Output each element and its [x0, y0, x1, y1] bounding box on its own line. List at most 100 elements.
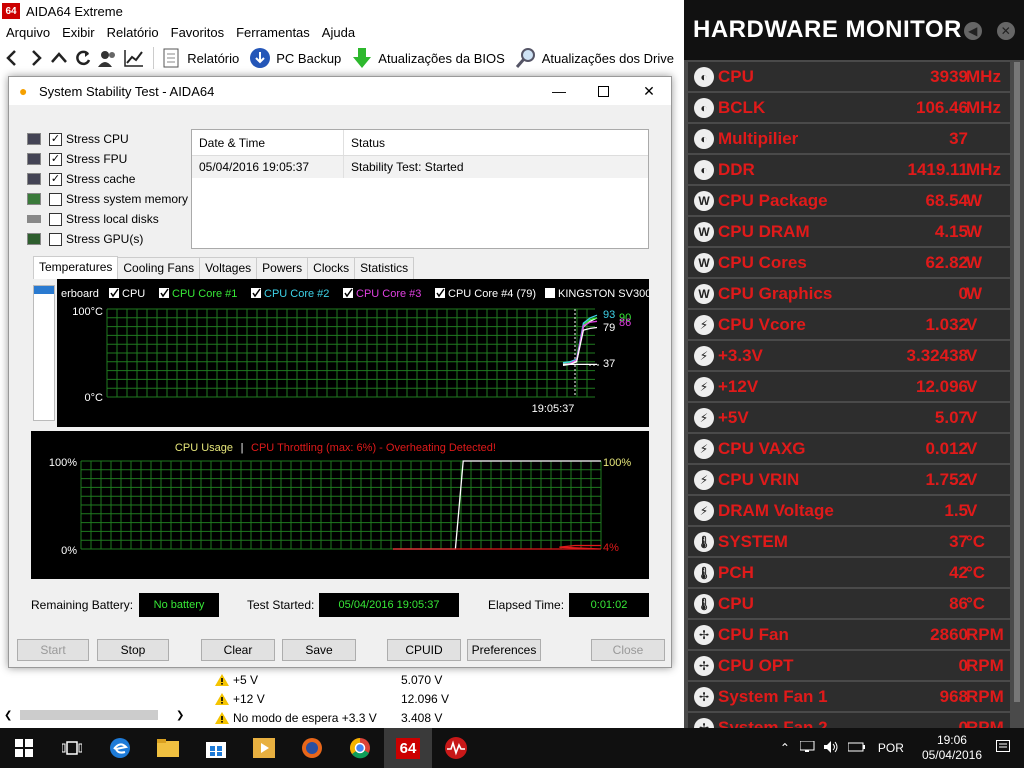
- sensor-row[interactable]: W CPU DRAM 4.15 W: [688, 217, 1010, 246]
- list-item[interactable]: +5 V 5.070 V: [215, 670, 685, 689]
- stress-disks-checkbox[interactable]: [49, 212, 62, 226]
- aida64-icon[interactable]: 64: [384, 728, 432, 768]
- preferences-button[interactable]: Preferences: [467, 639, 541, 661]
- sensor-row[interactable]: W CPU Graphics 0 W: [688, 279, 1010, 308]
- sensor-row[interactable]: 🌡 SYSTEM 37 °C: [688, 527, 1010, 556]
- close-icon[interactable]: ✕: [997, 22, 1015, 40]
- language-indicator[interactable]: POR: [878, 741, 904, 755]
- stress-fpu-option[interactable]: ✓ Stress FPU: [27, 149, 188, 169]
- clear-button[interactable]: Clear: [201, 639, 275, 661]
- stop-button[interactable]: Stop: [97, 639, 169, 661]
- stress-gpu-option[interactable]: Stress GPU(s): [27, 229, 188, 249]
- edge-icon[interactable]: [96, 728, 144, 768]
- sensor-row[interactable]: ⚡ DRAM Voltage 1.5 V: [688, 496, 1010, 525]
- start-button[interactable]: Start: [17, 639, 89, 661]
- up-icon[interactable]: [50, 47, 68, 69]
- battery-icon[interactable]: [847, 741, 866, 755]
- report-button[interactable]: Relatório: [160, 47, 239, 69]
- refresh-icon[interactable]: [74, 47, 92, 69]
- tab-powers[interactable]: Powers: [256, 257, 309, 279]
- back-icon[interactable]: [3, 47, 21, 69]
- sensor-row[interactable]: ◐ CPU 3939 MHz: [688, 62, 1010, 91]
- minimize-icon[interactable]: —: [536, 77, 582, 105]
- sensor-label: +12 V: [233, 691, 265, 706]
- chrome-icon[interactable]: [336, 728, 384, 768]
- save-button[interactable]: Save: [282, 639, 356, 661]
- task-view-icon[interactable]: [48, 728, 96, 768]
- media-icon[interactable]: [240, 728, 288, 768]
- sensor-row[interactable]: ⚡ CPU VAXG 0.012 V: [688, 434, 1010, 463]
- scroll-right-icon[interactable]: ❯: [176, 710, 184, 721]
- close-icon[interactable]: ✕: [626, 77, 672, 105]
- sensor-row[interactable]: ⚡ CPU VRIN 1.752 V: [688, 465, 1010, 494]
- cpuid-button[interactable]: CPUID: [387, 639, 461, 661]
- stress-cache-checkbox[interactable]: ✓: [49, 172, 62, 186]
- sensor-row[interactable]: W CPU Package 68.54 W: [688, 186, 1010, 215]
- network-icon[interactable]: [799, 740, 816, 756]
- stress-cpu-checkbox[interactable]: ✓: [49, 132, 62, 146]
- scroll-thumb[interactable]: [34, 286, 54, 294]
- forward-icon[interactable]: [27, 47, 45, 69]
- user-icon[interactable]: [98, 47, 118, 69]
- chart-icon[interactable]: [124, 47, 144, 69]
- menu-favoritos[interactable]: Favoritos: [165, 25, 230, 40]
- start-icon[interactable]: [0, 728, 48, 768]
- sensor-row[interactable]: ◐ DDR 1419.11 MHz: [688, 155, 1010, 184]
- sensor-row[interactable]: ⚡ CPU Vcore 1.032 V: [688, 310, 1010, 339]
- sensor-row[interactable]: ◐ BCLK 106.46 MHz: [688, 93, 1010, 122]
- tab-temperatures[interactable]: Temperatures: [33, 256, 119, 279]
- sensor-row[interactable]: ⚡ +3.3V 3.32438 V: [688, 341, 1010, 370]
- legend-scrollbar[interactable]: [33, 285, 55, 421]
- stress-gpu-label: Stress GPU(s): [66, 232, 144, 246]
- back-icon[interactable]: ◀: [964, 22, 982, 40]
- tab-clocks[interactable]: Clocks: [307, 257, 356, 279]
- volume-icon[interactable]: [823, 740, 840, 756]
- sensor-row[interactable]: 🌡 PCH 42 °C: [688, 558, 1010, 587]
- sensor-row[interactable]: ◐ Multipilier 37: [688, 124, 1010, 153]
- chevron-up-icon[interactable]: ⌃: [780, 741, 790, 755]
- menu-ajuda[interactable]: Ajuda: [316, 25, 361, 40]
- data-end-label: 37: [603, 358, 615, 370]
- sensor-row[interactable]: 🌡 CPU 86 °C: [688, 589, 1010, 618]
- menu-arquivo[interactable]: Arquivo: [0, 25, 56, 40]
- sensor-row[interactable]: ⚡ +5V 5.07 V: [688, 403, 1010, 432]
- tab-cooling-fans[interactable]: Cooling Fans: [117, 257, 201, 279]
- stress-memory-checkbox[interactable]: [49, 192, 62, 206]
- sensor-row[interactable]: ✢ CPU Fan 2860 RPM: [688, 620, 1010, 649]
- table-row[interactable]: 05/04/2016 19:05:37 Stability Test: Star…: [192, 156, 648, 178]
- close-button[interactable]: Close: [591, 639, 665, 661]
- menu-relatorio[interactable]: Relatório: [101, 25, 165, 40]
- list-item[interactable]: No modo de espera +3.3 V 3.408 V: [215, 708, 685, 727]
- tab-voltages[interactable]: Voltages: [199, 257, 258, 279]
- maximize-icon[interactable]: [580, 77, 626, 105]
- stress-cpu-option[interactable]: ✓ Stress CPU: [27, 129, 188, 149]
- menu-exibir[interactable]: Exibir: [56, 25, 101, 40]
- vertical-scrollbar[interactable]: [1014, 62, 1020, 702]
- sensor-row[interactable]: ✢ System Fan 1 968 RPM: [688, 682, 1010, 711]
- notifications-icon[interactable]: [996, 739, 1010, 757]
- hwmonitor-icon[interactable]: [432, 728, 480, 768]
- sensor-row[interactable]: ⚡ +12V 12.096 V: [688, 372, 1010, 401]
- stress-gpu-checkbox[interactable]: [49, 232, 62, 246]
- clock[interactable]: 19:06 05/04/2016: [922, 733, 982, 763]
- explorer-icon[interactable]: [144, 728, 192, 768]
- list-item[interactable]: +12 V 12.096 V: [215, 689, 685, 708]
- store-icon[interactable]: [192, 728, 240, 768]
- menu-ferramentas[interactable]: Ferramentas: [230, 25, 316, 40]
- sensor-row[interactable]: ✢ CPU OPT 0 RPM: [688, 651, 1010, 680]
- stress-cache-option[interactable]: ✓ Stress cache: [27, 169, 188, 189]
- firefox-icon[interactable]: [288, 728, 336, 768]
- pc-backup-button[interactable]: PC Backup: [249, 47, 341, 69]
- bios-update-button[interactable]: Atualizações da BIOS: [351, 47, 505, 69]
- column-header-datetime[interactable]: Date & Time: [192, 130, 344, 155]
- scroll-left-icon[interactable]: ❮: [4, 710, 12, 721]
- scroll-thumb[interactable]: [20, 710, 158, 720]
- horizontal-scrollbar[interactable]: ❮ ❯: [4, 707, 186, 723]
- stress-fpu-checkbox[interactable]: ✓: [49, 152, 62, 166]
- sensor-row[interactable]: W CPU Cores 62.82 W: [688, 248, 1010, 277]
- column-header-status[interactable]: Status: [344, 130, 392, 155]
- stress-memory-option[interactable]: Stress system memory: [27, 189, 188, 209]
- stress-disks-option[interactable]: Stress local disks: [27, 209, 188, 229]
- driver-update-button[interactable]: Atualizações dos Drive: [515, 47, 674, 69]
- tab-statistics[interactable]: Statistics: [354, 257, 415, 279]
